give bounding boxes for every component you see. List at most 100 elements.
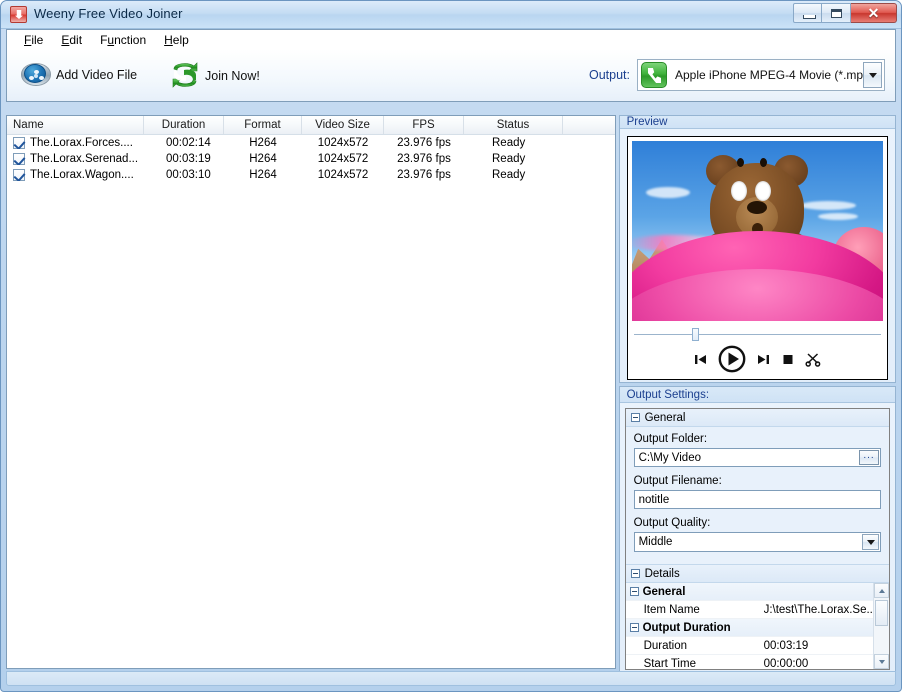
play-icon (718, 345, 746, 373)
cell-duration: 00:03:19 (166, 153, 211, 165)
row-checkbox[interactable] (13, 169, 25, 181)
video-preview-frame[interactable] (631, 141, 883, 321)
output-quality-value: Middle (638, 536, 673, 548)
details-section-header[interactable]: Details (625, 565, 889, 583)
app-icon (10, 6, 27, 23)
browse-folder-button[interactable]: ... (859, 450, 879, 465)
output-format-value: Apple iPhone MPEG-4 Movie (*.mp4) (675, 68, 874, 82)
tree-item-row[interactable]: Start Time 00:00:00 (626, 655, 889, 670)
output-filename-input[interactable] (633, 490, 881, 509)
output-quality-dropdown-arrow[interactable] (862, 534, 879, 550)
general-section-label: General (644, 411, 686, 424)
menu-item-edit[interactable]: Edit (52, 31, 91, 49)
file-list-header: Name Duration Format Video Size FPS Stat… (7, 116, 615, 135)
join-now-button[interactable]: Join Now! (170, 61, 260, 91)
tree-item-row[interactable]: Item Name J:\test\The.Lorax.Se... (625, 601, 889, 619)
next-button[interactable] (756, 352, 771, 367)
cell-duration: 00:03:10 (166, 169, 211, 181)
column-header-format[interactable]: Format (224, 116, 302, 134)
file-list-panel[interactable]: Name Duration Format Video Size FPS Stat… (6, 115, 616, 669)
tree-value: 00:03:19 (763, 639, 809, 652)
row-checkbox[interactable] (13, 137, 25, 149)
tree-group-row[interactable]: Output Duration (625, 619, 889, 637)
menu-item-file[interactable]: File (15, 31, 52, 49)
seek-track (633, 334, 881, 335)
output-quality-row: Middle (633, 532, 881, 552)
file-list-rows: The.Lorax.Forces.... 00:02:14 H264 1024x… (7, 135, 615, 183)
add-video-file-button[interactable]: Add Video File (21, 61, 137, 88)
preview-body (626, 136, 888, 380)
cell-video-size: 1024x572 (317, 137, 369, 149)
output-format-combobox[interactable]: Apple iPhone MPEG-4 Movie (*.mp4) (637, 59, 885, 91)
play-button[interactable] (718, 345, 746, 373)
general-fields: Output Folder: ... Output Filename: Outp… (625, 427, 889, 564)
stop-button[interactable] (781, 352, 795, 366)
output-filename-label: Output Filename: (633, 475, 722, 487)
collapse-icon[interactable] (630, 413, 640, 422)
window-controls: ✕ (793, 3, 897, 23)
collapse-icon[interactable] (629, 623, 639, 632)
output-folder-input[interactable] (633, 448, 881, 467)
scissors-icon (805, 353, 821, 367)
scroll-down-button[interactable] (874, 654, 889, 669)
output-quality-select[interactable]: Middle (633, 532, 881, 552)
output-settings-title: Output Settings: (619, 387, 895, 403)
chevron-down-icon (868, 72, 877, 78)
film-reel-icon (21, 61, 51, 88)
cell-video-size: 1024x572 (317, 169, 369, 181)
maximize-button[interactable] (822, 3, 851, 23)
column-header-duration[interactable]: Duration (144, 116, 224, 134)
scroll-up-button[interactable] (874, 583, 889, 598)
seek-bar[interactable] (632, 327, 883, 341)
collapse-icon[interactable] (629, 587, 639, 596)
table-row[interactable]: The.Lorax.Forces.... 00:02:14 H264 1024x… (7, 135, 615, 151)
menu-item-help[interactable]: Help (155, 31, 198, 49)
menu-bar: File Edit Function Help (6, 29, 896, 49)
tree-item-row[interactable]: Duration 00:03:19 (625, 637, 889, 655)
previous-button[interactable] (693, 352, 708, 367)
minimize-button[interactable] (793, 3, 822, 23)
tree-group-row[interactable]: General (625, 583, 889, 601)
window-title: Weeny Free Video Joiner (34, 6, 183, 21)
cell-status: Ready (492, 137, 526, 149)
cell-format: H264 (249, 169, 277, 181)
tree-key: General (642, 585, 686, 598)
row-checkbox[interactable] (13, 153, 25, 165)
column-header-fps[interactable]: FPS (384, 116, 464, 134)
playback-controls (632, 343, 883, 375)
scrollbar-thumb[interactable] (875, 600, 888, 626)
output-filename-row (633, 490, 881, 509)
close-icon: ✕ (867, 4, 880, 21)
details-tree[interactable]: General Item Name J:\test\The.Lorax.Se..… (625, 583, 889, 670)
table-row[interactable]: The.Lorax.Serenad... 00:03:19 H264 1024x… (7, 151, 615, 167)
output-folder-row: ... (633, 448, 881, 467)
column-header-name[interactable]: Name (7, 116, 144, 134)
output-folder-label: Output Folder: (633, 433, 708, 445)
table-row[interactable]: The.Lorax.Wagon.... 00:03:10 H264 1024x5… (7, 167, 615, 183)
collapse-icon[interactable] (630, 569, 640, 578)
stop-icon (783, 355, 793, 364)
cut-button[interactable] (805, 351, 821, 367)
main-content: Name Duration Format Video Size FPS Stat… (6, 115, 896, 676)
output-format-dropdown-arrow[interactable] (863, 62, 882, 88)
cell-status: Ready (492, 169, 526, 181)
minimize-icon (803, 15, 816, 19)
seek-thumb[interactable] (691, 328, 699, 341)
output-format-group: Output: Apple iPhone MPEG-4 Movie (*.mp4… (589, 59, 885, 91)
add-video-file-label: Add Video File (56, 67, 138, 82)
column-header-status[interactable]: Status (464, 116, 563, 134)
chevron-down-icon (866, 539, 875, 545)
right-column: Preview Output Settings: General Output … (618, 115, 896, 676)
title-bar: Weeny Free Video Joiner ✕ (1, 1, 901, 29)
output-settings-body: General Output Folder: ... Output Filena… (624, 408, 890, 670)
general-section-header[interactable]: General (625, 409, 889, 427)
iphone-icon (641, 62, 667, 88)
output-settings-panel: Output Settings: General Output Folder: … (618, 386, 896, 676)
menu-item-function[interactable]: Function (91, 31, 155, 49)
chevron-down-icon (878, 659, 885, 664)
details-scrollbar[interactable] (873, 583, 889, 669)
preview-panel: Preview (618, 115, 896, 383)
column-header-video-size[interactable]: Video Size (302, 116, 384, 134)
details-section-label: Details (644, 567, 680, 580)
close-button[interactable]: ✕ (851, 3, 897, 23)
